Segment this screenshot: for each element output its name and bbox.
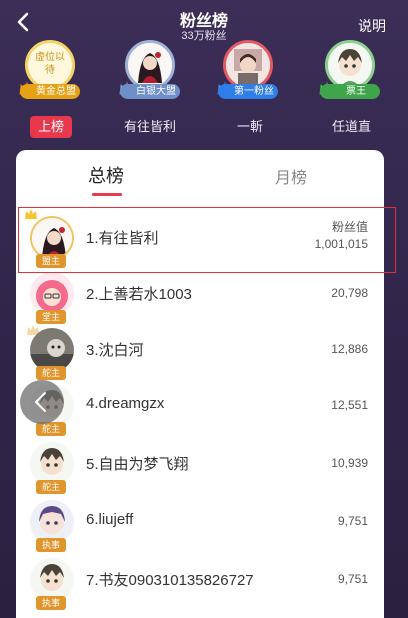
tab-holder-first-fan[interactable]: 一斬 (237, 116, 263, 138)
fan-value: 10,939 (331, 456, 368, 470)
fan-value: 12,551 (331, 398, 368, 412)
tab-total-ranking[interactable]: 总榜 (88, 162, 124, 188)
fan-value: 9,751 (337, 514, 368, 528)
user-name: 2.上善若水1003 (86, 286, 192, 303)
ranking-row-7[interactable]: 执事 7.书友090310135826727 9,751 (16, 552, 384, 610)
fan-value: 12,886 (331, 342, 368, 356)
title-badges: 虚位以待 黄金总盟 白银大盟 第一粉丝 票王 (0, 38, 408, 102)
user-name: 5.自由为梦飞翔 (86, 456, 189, 473)
user-name: 6.liujeff (86, 511, 134, 528)
badge-first-fan-label: 第一粉丝 (218, 84, 278, 99)
active-tab-indicator (92, 193, 122, 196)
fan-value: 9,751 (337, 572, 368, 586)
tab-on-list[interactable]: 上榜 (30, 116, 73, 138)
fan-value: 20,798 (331, 286, 368, 300)
chevron-left-icon (35, 392, 46, 412)
ranking-row-5[interactable]: 舵主 5.自由为梦飞翔 10,939 (16, 436, 384, 494)
badge-ticket-king-label: 票王 (320, 84, 380, 99)
badge-gold[interactable]: 虚位以待 黄金总盟 (19, 38, 80, 102)
explain-button[interactable]: 说明 (358, 16, 386, 36)
tab-holder-silver[interactable]: 有往皆利 (124, 116, 176, 138)
role-badge: 舵主 (36, 480, 66, 494)
floating-back-button[interactable] (20, 380, 64, 424)
tab-holder-ticket-king[interactable]: 任道直 (332, 116, 371, 138)
highlight-frame (18, 207, 396, 273)
ranking-row-2[interactable]: 堂主 2.上善若水1003 20,798 (16, 266, 384, 324)
user-name: 3.沈白河 (86, 342, 144, 359)
badge-ticket-king[interactable]: 票王 (319, 38, 380, 102)
user-name: 7.书友090310135826727 (86, 572, 254, 589)
badge-gold-caption: 虚位以待 (35, 52, 65, 76)
ranking-tabs: 总榜 月榜 (16, 150, 384, 202)
role-badge: 执事 (36, 596, 66, 610)
ranking-row-6[interactable]: 执事 6.liujeff 9,751 (16, 494, 384, 552)
badge-gold-label: 黄金总盟 (20, 84, 80, 99)
badge-silver-label: 白银大盟 (120, 84, 180, 99)
user-name: 4.dreamgzx (86, 395, 165, 412)
ranking-row-4[interactable]: 舵主 4.dreamgzx 12,551 (16, 378, 384, 436)
role-badge: 舵主 (36, 422, 66, 436)
tab-monthly-ranking[interactable]: 月榜 (275, 164, 307, 188)
role-badge: 执事 (36, 538, 66, 552)
badge-holder-row: 上榜 有往皆利 一斬 任道直 (0, 116, 408, 140)
badge-silver[interactable]: 白银大盟 (119, 38, 180, 102)
badge-first-fan[interactable]: 第一粉丝 (217, 38, 278, 102)
ranking-row-3[interactable]: 舵主 3.沈白河 12,886 (16, 322, 384, 380)
